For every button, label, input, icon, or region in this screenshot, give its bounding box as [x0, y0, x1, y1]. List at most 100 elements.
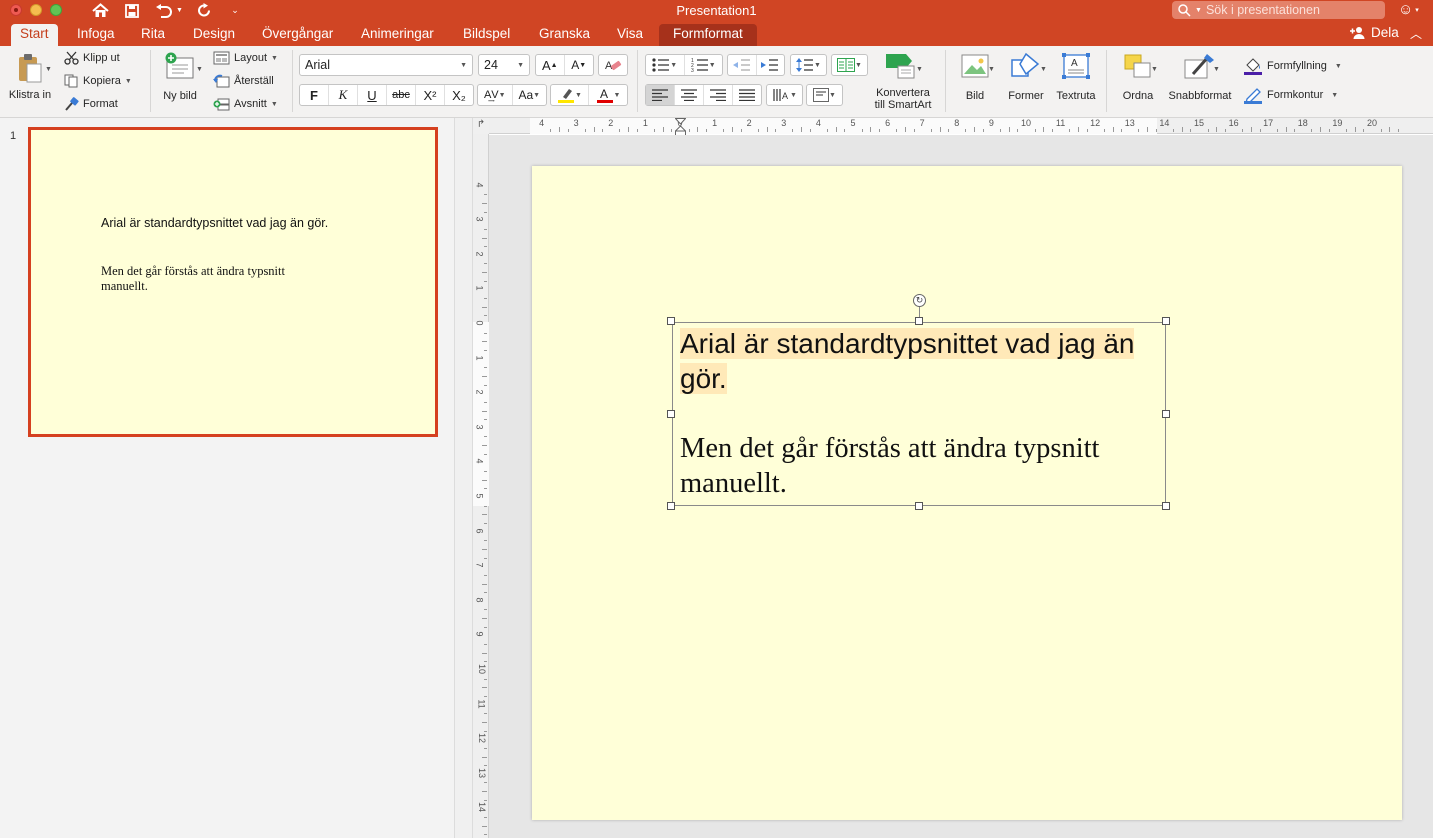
search-input[interactable]: ▼ Sök i presentationen — [1172, 1, 1385, 19]
textbox-button[interactable]: A Textruta — [1052, 52, 1100, 102]
rotate-handle-icon[interactable]: ↻ — [913, 294, 926, 307]
tab-animeringar[interactable]: Animeringar — [352, 24, 443, 46]
resize-handle-right[interactable] — [1162, 410, 1170, 418]
ruler-tick — [1077, 127, 1079, 132]
ruler-tick-label: 11 — [1055, 118, 1066, 128]
smartart-dropdown-icon[interactable]: ▼ — [916, 66, 923, 73]
decrease-font-size-button[interactable]: A ▼ — [565, 55, 593, 75]
reset-slide-button[interactable]: Återställ — [213, 74, 274, 88]
ruler-tick — [1121, 129, 1123, 132]
ruler-tick-label: 18 — [1297, 118, 1308, 128]
maximize-window-button[interactable] — [50, 4, 62, 16]
pen-icon — [1244, 88, 1262, 104]
picture-button[interactable]: Bild — [954, 52, 996, 102]
shapes-dropdown-icon[interactable]: ▼ — [1040, 66, 1047, 73]
slide-thumbnail[interactable]: Arial är standardtypsnittet vad jag än g… — [28, 127, 438, 437]
paste-button[interactable]: Klistra in — [6, 52, 54, 101]
columns-button[interactable]: ▼ — [831, 54, 868, 76]
font-color-button[interactable]: A ▼ — [589, 85, 627, 105]
highlight-color-button[interactable]: ▼ — [551, 85, 589, 105]
superscript-button[interactable]: X² — [416, 85, 445, 105]
slide-text-line2[interactable]: Men det går förstås att ändra typsnitt m… — [680, 431, 1150, 501]
new-slide-dropdown-icon[interactable]: ▼ — [196, 66, 203, 73]
save-icon[interactable] — [122, 1, 142, 20]
numbering-button[interactable]: 1 2 3 ▼ — [685, 55, 723, 75]
bold-button[interactable]: F — [300, 85, 329, 105]
customize-toolbar-icon[interactable]: ⌄ — [228, 1, 242, 20]
bullets-button[interactable]: ▼ — [646, 55, 685, 75]
format-painter-button[interactable]: Format — [64, 97, 118, 111]
picture-dropdown-icon[interactable]: ▼ — [988, 66, 995, 73]
share-button[interactable]: Dela — [1350, 25, 1399, 40]
slide-text-line1[interactable]: Arial är standardtypsnittet vad jag än g… — [680, 326, 1158, 396]
undo-icon[interactable]: ▼ — [153, 1, 185, 20]
text-direction-button[interactable]: A ▼ — [766, 84, 803, 106]
resize-handle-bottom[interactable] — [915, 502, 923, 510]
tab-granska[interactable]: Granska — [530, 24, 599, 46]
tab-rita[interactable]: Rita — [132, 24, 174, 46]
quick-styles-button[interactable]: Snabbformat — [1165, 52, 1235, 102]
increase-font-size-button[interactable]: A ▲ — [536, 55, 565, 75]
tab-bildspel[interactable]: Bildspel — [454, 24, 519, 46]
align-center-button[interactable] — [675, 85, 704, 105]
tab-visa[interactable]: Visa — [608, 24, 652, 46]
font-name-select[interactable]: Arial ▼ — [299, 54, 473, 76]
resize-handle-bottom-right[interactable] — [1162, 502, 1170, 510]
ruler-tick — [1069, 129, 1071, 132]
cut-button[interactable]: Klipp ut — [64, 51, 120, 65]
arrange-button[interactable]: Ordna — [1117, 52, 1159, 102]
tab-overgangar[interactable]: Övergångar — [253, 24, 342, 46]
shape-fill-button[interactable]: Formfyllning ▼ — [1243, 57, 1342, 75]
pane-splitter[interactable] — [454, 118, 473, 838]
resize-handle-top[interactable] — [915, 317, 923, 325]
new-slide-button[interactable]: Ny bild — [158, 52, 202, 102]
clear-formatting-button[interactable]: A — [598, 54, 628, 76]
copy-button[interactable]: Kopiera ▼ — [64, 74, 132, 88]
minimize-window-button[interactable] — [30, 4, 42, 16]
subscript-button[interactable]: X₂ — [445, 85, 473, 105]
layout-button[interactable]: Layout ▼ — [213, 51, 278, 65]
resize-handle-bottom-left[interactable] — [667, 502, 675, 510]
font-size-select[interactable]: 24 ▼ — [478, 54, 530, 76]
align-left-button[interactable] — [646, 85, 675, 105]
collapse-ribbon-icon[interactable]: ︿ — [1410, 25, 1422, 42]
close-window-button[interactable] — [10, 4, 22, 16]
change-case-button[interactable]: Aa ▼ — [513, 85, 547, 105]
tab-infoga[interactable]: Infoga — [68, 24, 124, 46]
resize-handle-top-right[interactable] — [1162, 317, 1170, 325]
strikethrough-button[interactable]: abc — [387, 85, 416, 105]
paste-dropdown-icon[interactable]: ▼ — [45, 66, 52, 73]
increase-indent-button[interactable] — [757, 55, 785, 75]
quick-styles-dropdown-icon[interactable]: ▼ — [1213, 66, 1220, 73]
character-spacing-button[interactable]: A͢V ▼ — [478, 85, 513, 105]
justify-button[interactable] — [733, 85, 761, 105]
picture-label: Bild — [965, 90, 985, 102]
line-spacing-button[interactable]: ▼ — [790, 54, 827, 76]
underline-button[interactable]: U — [358, 85, 387, 105]
section-button[interactable]: Avsnitt ▼ — [213, 97, 278, 111]
indent-marker[interactable] — [674, 118, 687, 136]
home-icon[interactable] — [90, 1, 110, 20]
arrange-dropdown-icon[interactable]: ▼ — [1151, 66, 1158, 73]
italic-button[interactable]: K — [329, 85, 358, 105]
tab-start[interactable]: Start — [11, 24, 58, 46]
tab-design[interactable]: Design — [184, 24, 244, 46]
redo-icon[interactable] — [194, 1, 214, 20]
ruler-tick — [1138, 129, 1140, 132]
ruler-tick — [484, 263, 487, 265]
copy-dropdown-icon[interactable]: ▼ — [125, 78, 132, 85]
shape-outline-button[interactable]: Formkontur ▼ — [1243, 86, 1338, 104]
decrease-indent-button[interactable] — [728, 55, 757, 75]
align-right-button[interactable] — [704, 85, 733, 105]
resize-handle-left[interactable] — [667, 410, 675, 418]
ruler-tick-label: 2 — [474, 251, 485, 257]
resize-handle-top-left[interactable] — [667, 317, 675, 325]
feedback-smiley-icon[interactable]: ☺ ▾ — [1398, 1, 1419, 18]
shapes-button[interactable]: Former — [1004, 52, 1048, 102]
add-person-icon — [1350, 27, 1365, 39]
ruler-tick — [1043, 127, 1045, 132]
align-text-button[interactable]: ▼ — [806, 84, 843, 106]
tab-formformat[interactable]: Formformat — [659, 24, 757, 46]
font-name-value: Arial — [305, 58, 331, 72]
convert-smartart-button[interactable]: Konvertera till SmartArt — [866, 52, 940, 111]
